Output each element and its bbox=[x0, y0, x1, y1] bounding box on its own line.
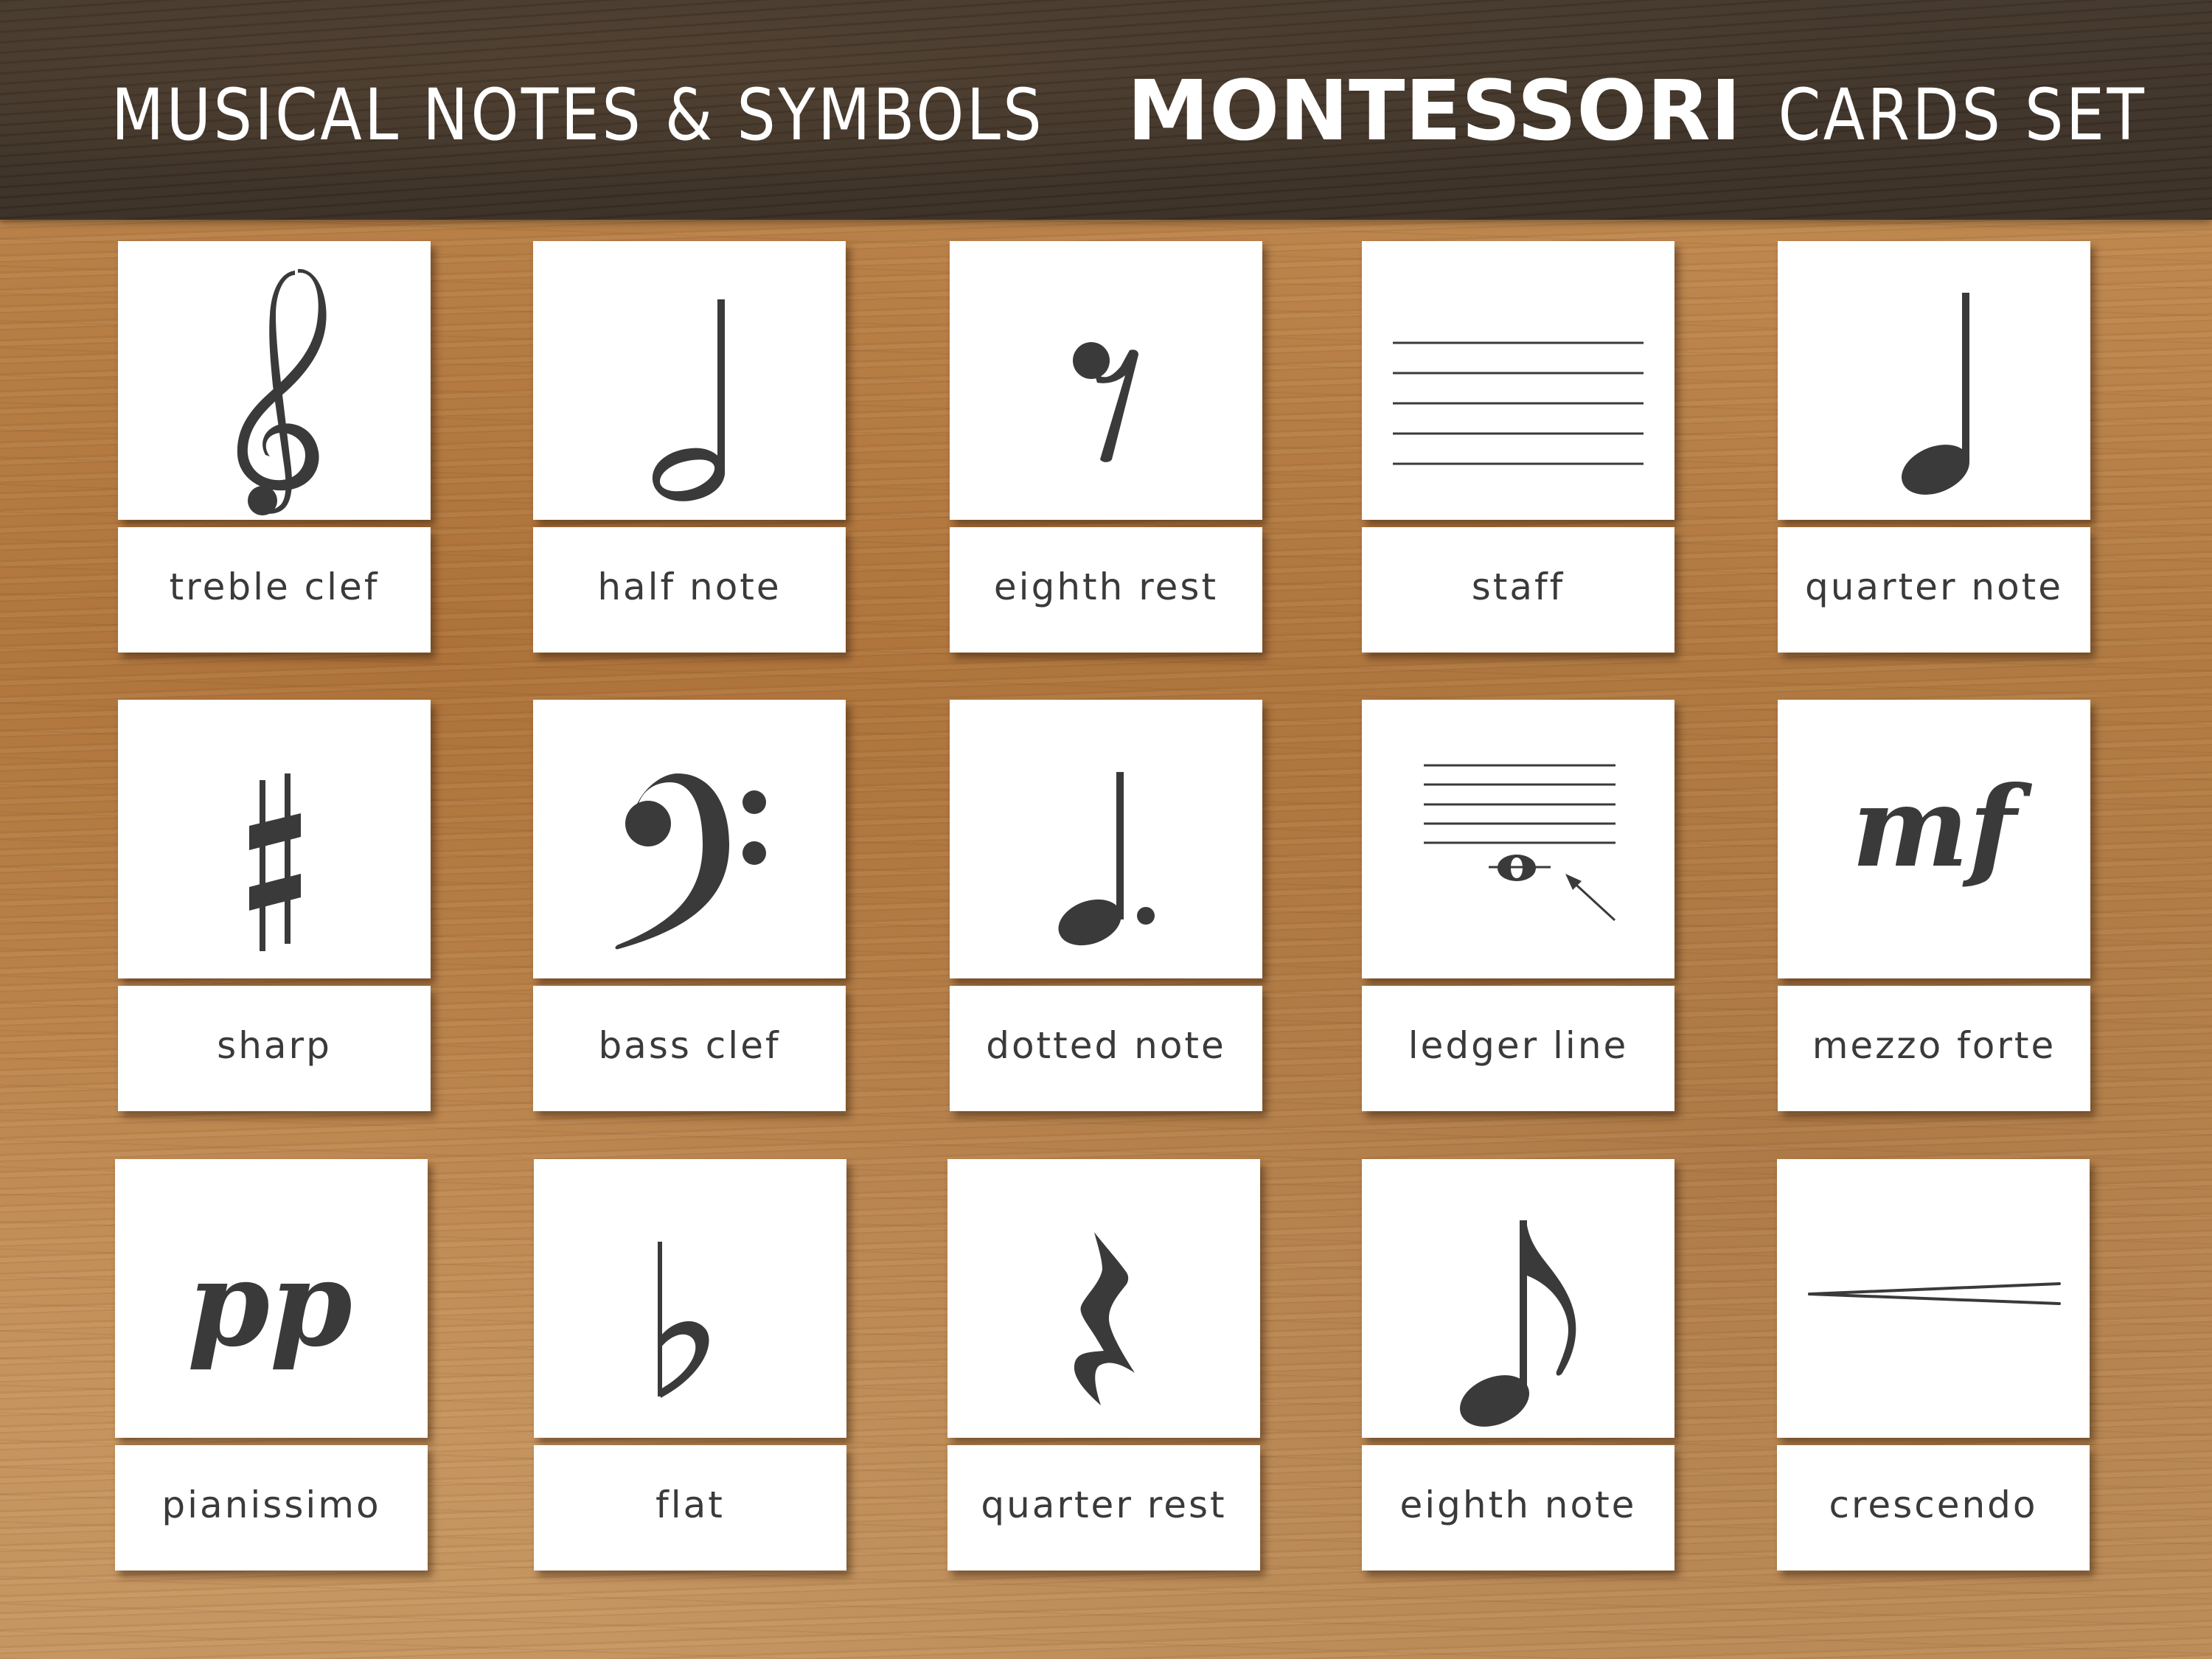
eighth-note-icon bbox=[1460, 1220, 1576, 1427]
label-text: eighth note bbox=[1399, 1484, 1637, 1526]
label-text: ledger line bbox=[1408, 1024, 1629, 1067]
title-part-2: CARDS SET bbox=[1778, 74, 2147, 156]
crescendo-icon bbox=[1808, 1282, 2061, 1305]
card-picture: pp bbox=[115, 1159, 428, 1438]
card-picture: mf bbox=[1778, 700, 2090, 978]
card-label: pianissimo bbox=[115, 1445, 428, 1571]
bass-clef-icon bbox=[615, 773, 766, 950]
card-label: quarter rest bbox=[947, 1445, 1260, 1571]
sharp-icon bbox=[249, 773, 301, 951]
label-text: quarter note bbox=[1804, 566, 2064, 608]
label-text: pianissimo bbox=[161, 1484, 381, 1526]
card-label: mezzo forte bbox=[1778, 986, 2090, 1111]
card-picture bbox=[534, 1159, 846, 1438]
card-picture bbox=[118, 241, 431, 520]
mezzo-forte-icon: mf bbox=[1851, 762, 2032, 892]
pianissimo-icon: pp bbox=[187, 1234, 352, 1373]
page-title: MUSICAL NOTES & SYMBOLS MONTESSORI CARDS S… bbox=[0, 63, 2212, 159]
card-label: flat bbox=[534, 1445, 846, 1571]
card-label: staff bbox=[1362, 527, 1674, 653]
label-text: treble clef bbox=[169, 566, 380, 608]
card-label: treble clef bbox=[118, 527, 431, 653]
card-label: eighth note bbox=[1362, 1445, 1674, 1571]
card-label: half note bbox=[533, 527, 846, 653]
card-picture bbox=[1362, 241, 1674, 520]
label-text: staff bbox=[1471, 566, 1565, 608]
card-label: crescendo bbox=[1777, 1445, 2090, 1571]
card-picture bbox=[947, 1159, 1260, 1438]
staff-icon bbox=[1393, 341, 1644, 465]
treble-clef-icon bbox=[237, 268, 327, 515]
label-text: sharp bbox=[217, 1024, 332, 1067]
mf-glyph: mf bbox=[1851, 762, 2032, 892]
quarter-rest-icon bbox=[1074, 1232, 1135, 1405]
card-picture bbox=[950, 241, 1262, 520]
title-banner: MUSICAL NOTES & SYMBOLS MONTESSORI CARDS S… bbox=[0, 0, 2212, 220]
dotted-note-icon bbox=[1058, 772, 1155, 946]
card-label: bass clef bbox=[533, 986, 846, 1111]
card-label: sharp bbox=[118, 986, 431, 1111]
card-label: ledger line bbox=[1362, 986, 1674, 1111]
card-picture bbox=[950, 700, 1262, 978]
label-text: dotted note bbox=[986, 1024, 1226, 1067]
card-picture bbox=[1362, 700, 1674, 978]
card-picture bbox=[1362, 1159, 1674, 1438]
card-label: dotted note bbox=[950, 986, 1262, 1111]
label-text: eighth rest bbox=[993, 566, 1219, 608]
label-text: crescendo bbox=[1829, 1484, 2038, 1526]
quarter-note-icon bbox=[1902, 293, 1969, 495]
card-picture bbox=[533, 700, 846, 978]
label-text: quarter rest bbox=[981, 1484, 1227, 1526]
label-text: mezzo forte bbox=[1812, 1024, 2056, 1067]
label-text: half note bbox=[597, 566, 782, 608]
card-picture bbox=[1778, 241, 2090, 520]
ledger-line-icon bbox=[1424, 764, 1616, 922]
card-label: eighth rest bbox=[950, 527, 1262, 653]
card-picture bbox=[533, 241, 846, 520]
half-note-icon bbox=[652, 299, 726, 501]
label-text: flat bbox=[655, 1484, 725, 1526]
flat-icon bbox=[658, 1242, 709, 1398]
eighth-rest-icon bbox=[1073, 342, 1138, 462]
card-label: quarter note bbox=[1778, 527, 2090, 653]
label-text: bass clef bbox=[598, 1024, 781, 1067]
title-emphasis: MONTESSORI bbox=[1127, 63, 1742, 159]
title-part-1: MUSICAL NOTES & SYMBOLS bbox=[111, 74, 1044, 156]
pp-glyph: pp bbox=[187, 1234, 352, 1373]
card-picture bbox=[118, 700, 431, 978]
card-picture bbox=[1777, 1159, 2090, 1438]
